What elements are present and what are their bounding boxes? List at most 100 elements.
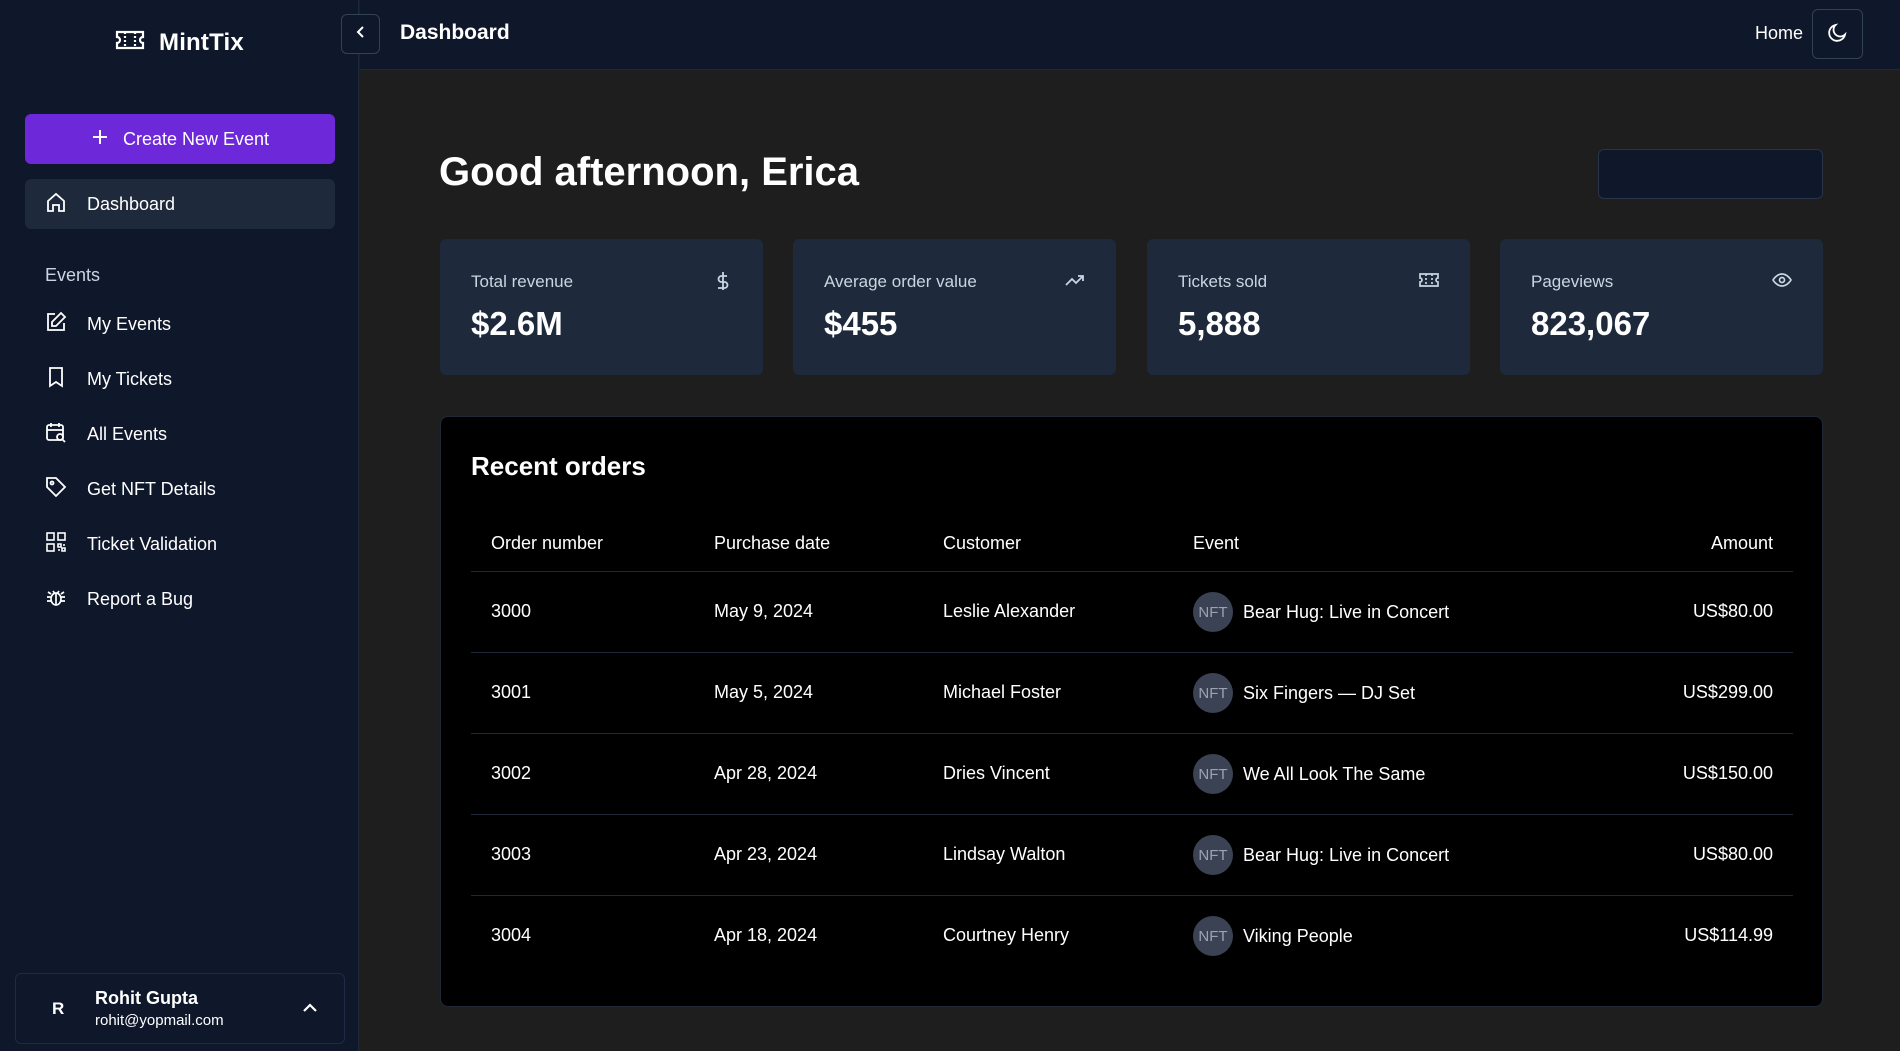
order-amount: US$80.00 <box>1692 844 1773 864</box>
stat-card-total-revenue: Total revenue $2.6M <box>440 239 763 375</box>
stat-card-tickets-sold: Tickets sold 5,888 <box>1147 239 1470 375</box>
brand-logo[interactable]: MintTix <box>115 28 244 57</box>
nft-badge: NFT <box>1193 754 1233 794</box>
chevron-left-icon <box>354 25 368 44</box>
sidebar-item-my-tickets[interactable]: My Tickets <box>25 354 335 404</box>
sidebar-item-all-events[interactable]: All Events <box>25 409 335 459</box>
qr-code-icon <box>45 531 67 558</box>
order-number: 3004 <box>491 925 532 945</box>
stat-label: Tickets sold <box>1178 272 1268 291</box>
stat-value: $2.6M <box>471 305 563 342</box>
user-info: Rohit Gupta rohit@yopmail.com <box>95 988 224 1029</box>
order-amount: US$80.00 <box>1692 601 1773 621</box>
stat-value: 823,067 <box>1531 305 1651 342</box>
page-title: Dashboard <box>400 21 510 44</box>
stat-value: $455 <box>824 305 898 342</box>
avatar: R <box>52 998 65 1018</box>
order-number: 3000 <box>491 601 532 621</box>
sidebar-item-my-events[interactable]: My Events <box>25 299 335 349</box>
stat-label: Pageviews <box>1531 272 1614 291</box>
sidebar: MintTix Create New Event Dashboard Event… <box>0 0 359 1051</box>
event-cell: NFT Bear Hug: Live in Concert <box>1193 835 1449 875</box>
sidebar-item-get-nft-details[interactable]: Get NFT Details <box>25 464 335 514</box>
order-number: 3002 <box>491 763 532 783</box>
sidebar-item-report-a-bug[interactable]: Report a Bug <box>25 574 335 624</box>
order-number: 3003 <box>491 844 532 864</box>
sidebar-item-dashboard[interactable]: Dashboard <box>25 179 335 229</box>
stat-label: Total revenue <box>471 272 574 291</box>
moon-icon <box>1827 21 1849 48</box>
date-range-picker[interactable] <box>1598 149 1823 199</box>
brand-name: MintTix <box>159 28 244 56</box>
sidebar-item-label: My Events <box>87 313 172 334</box>
orders-table: Order number Purchase date Customer Even… <box>471 517 1793 977</box>
column-header-customer[interactable]: Customer <box>943 533 1021 554</box>
calendar-search-icon <box>45 421 67 448</box>
table-row[interactable]: 3002 Apr 28, 2024 Dries Vincent NFT We A… <box>471 734 1793 815</box>
table-row[interactable]: 3000 May 9, 2024 Leslie Alexander NFT Be… <box>471 572 1793 653</box>
order-number: 3001 <box>491 682 532 702</box>
topbar: Dashboard Home <box>360 0 1900 70</box>
sidebar-item-label: Report a Bug <box>87 588 194 609</box>
recent-orders-title: Recent orders <box>471 451 646 481</box>
customer-name: Courtney Henry <box>943 925 1070 945</box>
purchase-date: Apr 23, 2024 <box>714 844 818 864</box>
order-amount: US$299.00 <box>1682 682 1773 702</box>
nft-badge: NFT <box>1193 835 1233 875</box>
customer-name: Dries Vincent <box>943 763 1050 783</box>
customer-name: Leslie Alexander <box>943 601 1076 621</box>
purchase-date: May 9, 2024 <box>714 601 814 621</box>
bug-icon <box>45 586 67 613</box>
user-name: Rohit Gupta <box>95 988 198 1008</box>
collapse-sidebar-button[interactable] <box>341 14 380 54</box>
event-name: Viking People <box>1243 925 1353 946</box>
bookmark-icon <box>45 366 67 393</box>
event-cell: NFT Six Fingers — DJ Set <box>1193 673 1415 713</box>
home-icon <box>45 191 67 218</box>
purchase-date: Apr 18, 2024 <box>714 925 818 945</box>
greeting: Good afternoon, Erica <box>439 150 860 194</box>
theme-toggle-button[interactable] <box>1812 9 1863 59</box>
chevron-up-icon[interactable] <box>300 998 320 1023</box>
event-name: Six Fingers — DJ Set <box>1243 682 1416 703</box>
column-header-event[interactable]: Event <box>1193 533 1239 554</box>
user-email: rohit@yopmail.com <box>95 1012 224 1029</box>
dollar-icon <box>714 271 732 296</box>
sidebar-item-label: Ticket Validation <box>87 533 218 554</box>
sidebar-item-label: All Events <box>87 423 168 444</box>
recent-orders-panel: Recent orders Order number Purchase date… <box>440 416 1823 1007</box>
trending-up-icon <box>1065 271 1085 294</box>
nft-badge: NFT <box>1193 592 1233 632</box>
sidebar-item-label: Dashboard <box>87 193 176 214</box>
event-cell: NFT Bear Hug: Live in Concert <box>1193 592 1449 632</box>
event-name: We All Look The Same <box>1243 763 1426 784</box>
stat-label: Average order value <box>824 272 977 291</box>
event-cell: NFT Viking People <box>1193 916 1353 956</box>
user-menu[interactable]: R Rohit Gupta rohit@yopmail.com <box>15 973 345 1044</box>
sidebar-item-ticket-validation[interactable]: Ticket Validation <box>25 519 335 569</box>
edit-icon <box>45 311 67 338</box>
order-amount: US$114.99 <box>1684 925 1773 945</box>
stat-value: 5,888 <box>1178 305 1261 342</box>
eye-icon <box>1772 271 1792 294</box>
stat-card-average-order-value: Average order value $455 <box>793 239 1116 375</box>
column-header-amount[interactable]: Amount <box>1711 533 1773 554</box>
sidebar-section-events: Events <box>45 265 101 285</box>
event-cell: NFT We All Look The Same <box>1193 754 1425 794</box>
table-row[interactable]: 3001 May 5, 2024 Michael Foster NFT Six … <box>471 653 1793 734</box>
plus-icon <box>91 128 109 151</box>
create-new-event-button[interactable]: Create New Event <box>25 114 335 164</box>
tag-icon <box>45 476 67 503</box>
home-link[interactable]: Home <box>1755 23 1803 44</box>
event-name: Bear Hug: Live in Concert <box>1243 601 1450 622</box>
table-row[interactable]: 3004 Apr 18, 2024 Courtney Henry NFT Vik… <box>471 896 1793 977</box>
sidebar-item-label: My Tickets <box>87 368 173 389</box>
table-row[interactable]: 3003 Apr 23, 2024 Lindsay Walton NFT Bea… <box>471 815 1793 896</box>
event-name: Bear Hug: Live in Concert <box>1243 844 1450 865</box>
column-header-purchase-date[interactable]: Purchase date <box>714 533 830 554</box>
column-header-order-number[interactable]: Order number <box>491 533 603 554</box>
nft-badge: NFT <box>1193 673 1233 713</box>
customer-name: Michael Foster <box>943 682 1062 702</box>
purchase-date: Apr 28, 2024 <box>714 763 818 783</box>
sidebar-item-label: Get NFT Details <box>87 478 216 499</box>
